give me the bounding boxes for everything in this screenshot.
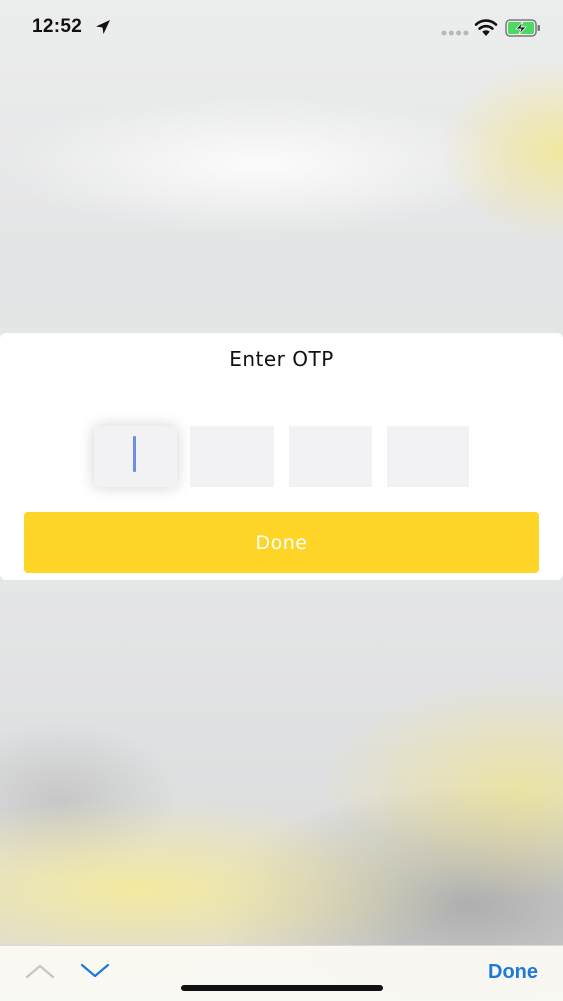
otp-digit-2[interactable] <box>190 426 274 487</box>
dialog-title: Enter OTP <box>229 347 334 371</box>
battery-charging-icon <box>505 19 540 37</box>
signal-icon <box>441 30 469 36</box>
otp-digit-1[interactable] <box>94 426 177 487</box>
status-bar: 12:52 <box>0 0 563 56</box>
chevron-up-icon[interactable] <box>24 962 56 980</box>
otp-digit-4[interactable] <box>387 426 469 487</box>
home-indicator <box>181 985 383 991</box>
keyboard-done-button[interactable]: Done <box>488 961 538 984</box>
otp-dialog: Enter OTP Done <box>0 333 563 580</box>
done-button[interactable]: Done <box>24 512 539 573</box>
otp-digit-3[interactable] <box>289 426 372 487</box>
chevron-down-icon[interactable] <box>79 962 111 980</box>
status-time: 12:52 <box>32 16 83 37</box>
text-cursor <box>133 436 136 472</box>
location-arrow-icon <box>96 20 110 34</box>
wifi-icon <box>474 19 498 36</box>
keyboard-toolbar: Done <box>0 945 563 1001</box>
